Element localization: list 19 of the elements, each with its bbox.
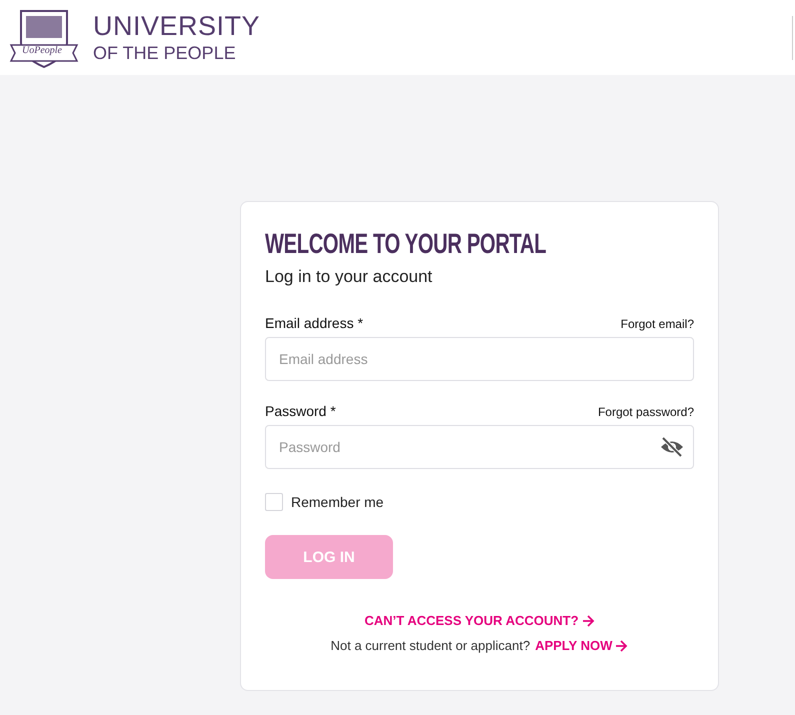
- logo-subtitle: OF THE PEOPLE: [93, 44, 237, 62]
- access-help-link[interactable]: CAN’T ACCESS YOUR ACCOUNT?: [364, 613, 595, 628]
- apply-now-link[interactable]: APPLY NOW: [535, 638, 628, 653]
- logo-badge-text: UoPeople: [22, 44, 62, 56]
- arrow-right-icon: [615, 640, 628, 652]
- hidden-eye-icon[interactable]: [660, 436, 684, 458]
- card-title: WELCOME TO YOUR PORTAL: [265, 228, 546, 260]
- logo-title: UNIVERSITY: [93, 13, 260, 40]
- field-label: Email address *: [265, 315, 364, 331]
- field-label: Password *: [265, 403, 336, 419]
- apply-prompt: Not a current student or applicant?: [330, 638, 530, 653]
- remember-label[interactable]: Remember me: [291, 494, 384, 510]
- arrow-right-icon: [582, 614, 595, 626]
- remember-checkbox[interactable]: [265, 493, 283, 511]
- forgot-link[interactable]: Forgot password?: [598, 405, 694, 419]
- email-field[interactable]: Email address: [265, 337, 694, 381]
- forgot-link[interactable]: Forgot email?: [620, 317, 694, 331]
- password-field[interactable]: Password: [265, 425, 694, 469]
- card-subtitle: Log in to your account: [265, 267, 434, 287]
